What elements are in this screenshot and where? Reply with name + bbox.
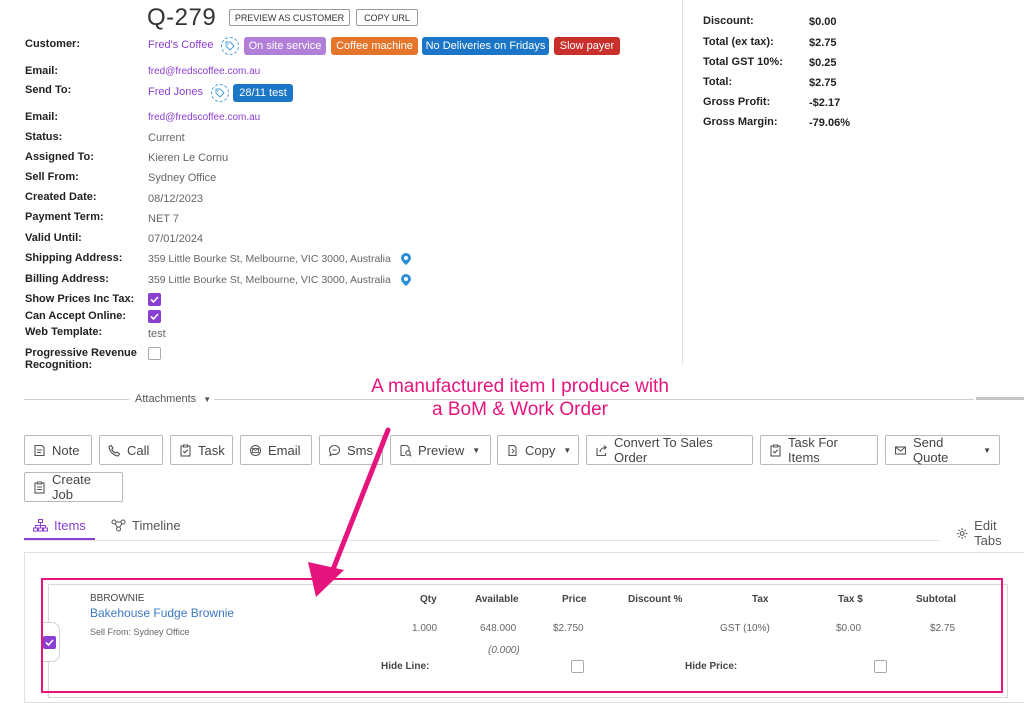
- annotation-text: A manufactured item I produce with a BoM…: [300, 375, 740, 421]
- annotation-line-1: A manufactured item I produce with: [371, 376, 669, 397]
- annotation-arrow: [308, 427, 391, 597]
- annotation-line-2: a BoM & Work Order: [432, 399, 608, 420]
